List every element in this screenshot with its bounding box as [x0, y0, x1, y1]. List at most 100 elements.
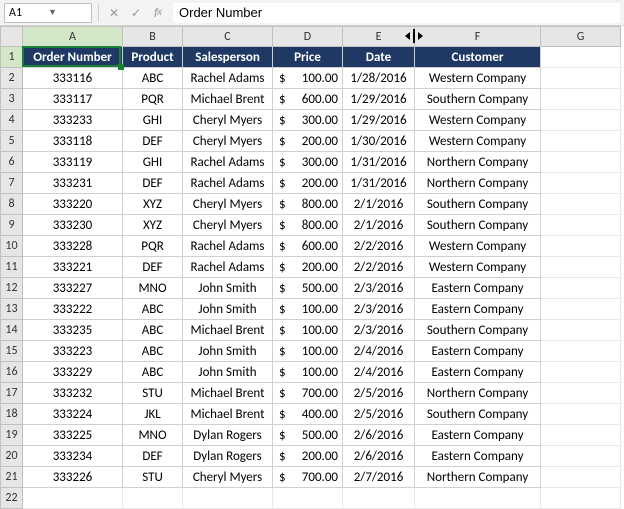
cell-salesperson[interactable]: Michael Brent: [183, 383, 273, 404]
cell[interactable]: [541, 89, 621, 110]
row-header[interactable]: 2: [1, 68, 23, 89]
col-header-E[interactable]: E: [343, 27, 415, 47]
cell[interactable]: [541, 236, 621, 257]
cell-order[interactable]: 333230: [23, 215, 123, 236]
row-header[interactable]: 16: [1, 362, 23, 383]
cell-customer[interactable]: Western Company: [415, 236, 541, 257]
cell-date[interactable]: 2/2/2016: [343, 236, 415, 257]
cell-customer[interactable]: Southern Company: [415, 404, 541, 425]
cell-product[interactable]: GHI: [123, 152, 183, 173]
cell[interactable]: [541, 68, 621, 89]
cell-salesperson[interactable]: Dylan Rogers: [183, 425, 273, 446]
cell-product[interactable]: PQR: [123, 89, 183, 110]
cell-customer[interactable]: Western Company: [415, 257, 541, 278]
cell-price[interactable]: $800.00: [273, 215, 343, 236]
col-header-C[interactable]: C: [183, 27, 273, 47]
cell-product[interactable]: PQR: [123, 236, 183, 257]
cell-price[interactable]: $200.00: [273, 173, 343, 194]
name-box[interactable]: A1 ▼: [4, 3, 92, 23]
cell[interactable]: [541, 110, 621, 131]
cell[interactable]: [541, 194, 621, 215]
cell-order[interactable]: 333224: [23, 404, 123, 425]
cell[interactable]: [343, 488, 415, 509]
cell-date[interactable]: 2/3/2016: [343, 299, 415, 320]
cell-product[interactable]: DEF: [123, 446, 183, 467]
cell-price[interactable]: $200.00: [273, 131, 343, 152]
cancel-icon[interactable]: ✕: [105, 4, 123, 22]
cell-salesperson[interactable]: Cheryl Myers: [183, 194, 273, 215]
cell-salesperson[interactable]: Rachel Adams: [183, 257, 273, 278]
row-header[interactable]: 14: [1, 320, 23, 341]
cell-price[interactable]: $100.00: [273, 320, 343, 341]
cell-customer[interactable]: Southern Company: [415, 320, 541, 341]
cell[interactable]: [541, 341, 621, 362]
cell-order[interactable]: 333221: [23, 257, 123, 278]
column-title[interactable]: Date: [343, 47, 415, 68]
fx-icon[interactable]: fx: [149, 4, 167, 22]
cell[interactable]: [541, 152, 621, 173]
cell[interactable]: [541, 362, 621, 383]
cell-price[interactable]: $100.00: [273, 68, 343, 89]
cell-customer[interactable]: Western Company: [415, 110, 541, 131]
column-title[interactable]: Customer: [415, 47, 541, 68]
cell-product[interactable]: ABC: [123, 68, 183, 89]
row-header[interactable]: 10: [1, 236, 23, 257]
cell-customer[interactable]: Northern Company: [415, 383, 541, 404]
cell-price[interactable]: $200.00: [273, 446, 343, 467]
cell[interactable]: [541, 320, 621, 341]
cell-product[interactable]: STU: [123, 383, 183, 404]
cell[interactable]: [541, 257, 621, 278]
row-header[interactable]: 6: [1, 152, 23, 173]
cell-salesperson[interactable]: John Smith: [183, 362, 273, 383]
cell[interactable]: [541, 488, 621, 509]
col-header-B[interactable]: B: [123, 27, 183, 47]
cell-salesperson[interactable]: Rachel Adams: [183, 173, 273, 194]
cell-order[interactable]: 333117: [23, 89, 123, 110]
cell-order[interactable]: 333234: [23, 446, 123, 467]
cell-price[interactable]: $100.00: [273, 299, 343, 320]
cell-date[interactable]: 2/1/2016: [343, 215, 415, 236]
cell-price[interactable]: $700.00: [273, 467, 343, 488]
cell[interactable]: [273, 488, 343, 509]
row-header[interactable]: 20: [1, 446, 23, 467]
row-header[interactable]: 4: [1, 110, 23, 131]
cell-price[interactable]: $100.00: [273, 362, 343, 383]
cell-date[interactable]: 2/4/2016: [343, 341, 415, 362]
cell[interactable]: [541, 425, 621, 446]
row-header[interactable]: 17: [1, 383, 23, 404]
cell-date[interactable]: 2/3/2016: [343, 278, 415, 299]
cell-product[interactable]: XYZ: [123, 215, 183, 236]
col-header-A[interactable]: A: [23, 27, 123, 47]
cell-order[interactable]: 333229: [23, 362, 123, 383]
cell-salesperson[interactable]: Rachel Adams: [183, 236, 273, 257]
cell[interactable]: [541, 215, 621, 236]
cell-customer[interactable]: Northern Company: [415, 467, 541, 488]
cell-customer[interactable]: Eastern Company: [415, 362, 541, 383]
cell-product[interactable]: ABC: [123, 299, 183, 320]
cell-product[interactable]: ABC: [123, 320, 183, 341]
cell-product[interactable]: MNO: [123, 425, 183, 446]
cell-salesperson[interactable]: Rachel Adams: [183, 152, 273, 173]
cell-order[interactable]: 333223: [23, 341, 123, 362]
cell-date[interactable]: 2/3/2016: [343, 320, 415, 341]
row-header[interactable]: 15: [1, 341, 23, 362]
cell[interactable]: [541, 173, 621, 194]
row-header[interactable]: 21: [1, 467, 23, 488]
cell-date[interactable]: 2/5/2016: [343, 404, 415, 425]
cell-product[interactable]: DEF: [123, 131, 183, 152]
row-header[interactable]: 9: [1, 215, 23, 236]
cell-price[interactable]: $600.00: [273, 89, 343, 110]
column-title[interactable]: Product: [123, 47, 183, 68]
cell-product[interactable]: DEF: [123, 257, 183, 278]
cell[interactable]: [541, 467, 621, 488]
cell-order[interactable]: 333235: [23, 320, 123, 341]
column-title[interactable]: Salesperson: [183, 47, 273, 68]
cell-customer[interactable]: Eastern Company: [415, 425, 541, 446]
spreadsheet-grid[interactable]: A B C D E F G 1Order NumberProductSalesp…: [0, 26, 621, 509]
cell-date[interactable]: 1/31/2016: [343, 173, 415, 194]
cell[interactable]: [541, 299, 621, 320]
cell-product[interactable]: DEF: [123, 173, 183, 194]
cell-order[interactable]: 333222: [23, 299, 123, 320]
row-header[interactable]: 22: [1, 488, 23, 509]
cell-salesperson[interactable]: Michael Brent: [183, 89, 273, 110]
